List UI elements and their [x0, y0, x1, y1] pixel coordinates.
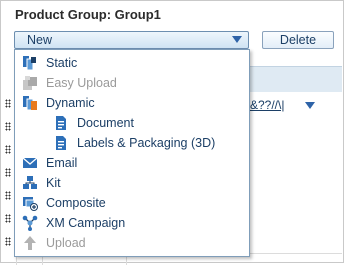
menu-item-dynamic[interactable]: Dynamic: [22, 93, 242, 113]
dynamic-icon: [22, 95, 38, 111]
drag-handle-icon[interactable]: [5, 145, 11, 154]
menu-item-kit[interactable]: Kit: [22, 173, 242, 193]
new-dropdown[interactable]: New: [14, 31, 249, 49]
email-icon: [22, 155, 38, 171]
menu-item-easy-upload: Easy Upload: [22, 73, 242, 93]
menu-item-xm-campaign[interactable]: XM Campaign: [22, 213, 242, 233]
xm-campaign-icon: [22, 215, 38, 231]
grid-filter-text[interactable]: &??//\|: [250, 98, 284, 112]
delete-button[interactable]: Delete: [262, 31, 334, 49]
menu-item-document[interactable]: Document: [53, 113, 243, 133]
document-icon: [53, 115, 69, 131]
drag-handle-icon[interactable]: [5, 168, 11, 177]
page-title: Product Group: Group1: [15, 7, 161, 22]
menu-item-composite[interactable]: Composite: [22, 193, 242, 213]
menu-item-email[interactable]: Email: [22, 153, 242, 173]
new-dropdown-label: New: [27, 33, 53, 47]
drag-handle-icon[interactable]: [5, 122, 11, 131]
new-dropdown-menu: Static Easy Upload Dynamic Document Labe…: [14, 49, 250, 257]
drag-handle-icon[interactable]: [5, 191, 11, 200]
chevron-down-icon: [232, 36, 242, 43]
composite-icon: [22, 195, 38, 211]
drag-handle-icon[interactable]: [5, 237, 11, 246]
upload-icon: [22, 235, 38, 251]
easy-upload-icon: [22, 75, 38, 91]
drag-handle-icon[interactable]: [5, 214, 11, 223]
static-icon: [22, 55, 38, 71]
kit-icon: [22, 175, 38, 191]
menu-item-static[interactable]: Static: [22, 53, 242, 73]
filter-dropdown-icon[interactable]: [305, 102, 315, 109]
menu-item-labels-packaging[interactable]: Labels & Packaging (3D): [53, 133, 243, 153]
drag-handle-icon[interactable]: [5, 99, 11, 108]
labels-packaging-icon: [53, 135, 69, 151]
menu-item-upload: Upload: [22, 233, 242, 253]
